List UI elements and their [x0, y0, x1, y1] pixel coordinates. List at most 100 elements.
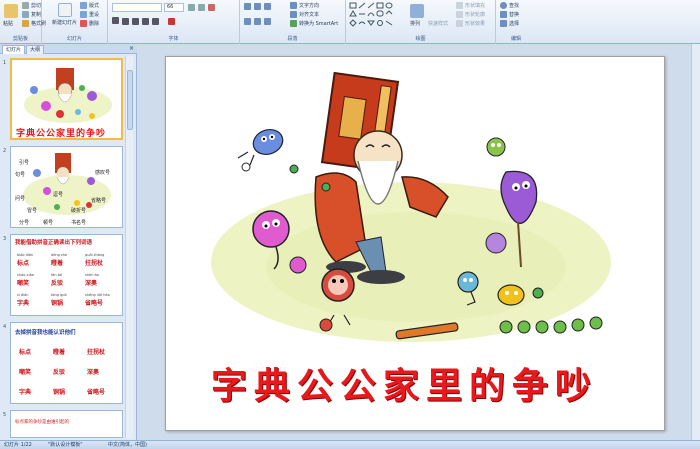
- underline-icon[interactable]: [132, 18, 139, 25]
- new-slide-button[interactable]: 新建幻灯片: [52, 19, 77, 26]
- replace-icon: [500, 11, 507, 18]
- slide-thumb-5[interactable]: 标点家的争吵是由谁引起的: [10, 410, 123, 438]
- theme-name: "默认设计模板": [48, 442, 83, 448]
- slide-thumb-2[interactable]: 引号 句号 问号 冒号 逗号 感叹号 省略号 书名号 破折号 分号 顿号: [10, 146, 123, 228]
- binoculars-icon: [500, 2, 507, 9]
- select-button[interactable]: 选择: [500, 20, 519, 27]
- replace-button[interactable]: 替换: [500, 11, 519, 18]
- strikethrough-icon[interactable]: [142, 18, 149, 25]
- word: 省略号: [85, 300, 104, 307]
- find-button[interactable]: 查找: [500, 2, 519, 9]
- slides-label: 幻灯片: [66, 36, 82, 42]
- align-right-icon[interactable]: [264, 18, 271, 25]
- copy-icon: [22, 11, 29, 18]
- delete-icon: [80, 20, 87, 27]
- slide-thumb-3[interactable]: 我能借助拼音正确读出下列词语 biāo diǎn 标点 dèng zhe 瞪着 …: [10, 234, 123, 316]
- bold-button[interactable]: [112, 17, 119, 24]
- align-center-icon[interactable]: [254, 18, 261, 25]
- slide-thumb-1[interactable]: 字典公公家里的争吵: [10, 58, 123, 140]
- thumb-number: 4: [3, 324, 7, 330]
- cut-button[interactable]: 剪切: [22, 2, 41, 9]
- effects-icon: [456, 20, 463, 27]
- current-slide[interactable]: 字典公公家里的争吵: [165, 56, 665, 431]
- thumb-title: 字典公公家里的争吵: [16, 129, 107, 139]
- word: 拄拐杖: [87, 349, 106, 356]
- word: 嘲笑: [17, 280, 30, 287]
- drawing-label: 绘图: [415, 36, 426, 42]
- font-size-field[interactable]: 66: [164, 3, 184, 12]
- pinyin: dèng zhe: [51, 253, 68, 257]
- font-name-field[interactable]: [112, 3, 162, 12]
- paragraph-group: 文字方向 对齐文本 转换为 SmartArt 段落: [240, 0, 346, 44]
- align-left-icon[interactable]: [244, 18, 251, 25]
- thumbnails-scrollbar[interactable]: [125, 56, 133, 438]
- thumb-label: 冒号: [27, 208, 38, 214]
- close-icon[interactable]: ×: [129, 45, 134, 52]
- copy-button[interactable]: 复制: [22, 11, 41, 18]
- bold-icon: [112, 17, 119, 24]
- shrink-font-icon[interactable]: [198, 4, 205, 11]
- clipboard-label: 剪贴板: [12, 36, 28, 42]
- canvas-scrollbar[interactable]: [691, 44, 700, 440]
- quick-styles-button[interactable]: 快速样式: [428, 20, 448, 27]
- word: 瞪着: [51, 260, 64, 267]
- word: 瞪着: [53, 349, 66, 356]
- new-slide-icon[interactable]: [58, 3, 72, 17]
- thumb-heading: 标点家的争吵是由谁引起的: [15, 420, 69, 425]
- slide-canvas: 字典公公家里的争吵: [138, 44, 700, 440]
- word: 反驳: [53, 369, 66, 376]
- language-indicator[interactable]: 中文(简体，中国): [108, 441, 147, 449]
- paste-icon[interactable]: [4, 4, 18, 18]
- arrange-icon[interactable]: [410, 4, 424, 18]
- pinyin: tóng guō: [51, 293, 67, 297]
- shape-effects-button[interactable]: 形状效果: [456, 20, 485, 27]
- pinyin: guǎi zhàng: [85, 253, 105, 257]
- grow-font-icon[interactable]: [188, 4, 195, 11]
- text-direction-button[interactable]: 文字方向: [290, 2, 319, 9]
- shape-fill-button[interactable]: 形状填充: [456, 2, 485, 9]
- paste-button[interactable]: 粘贴: [3, 20, 13, 27]
- cursor-icon: [500, 20, 507, 27]
- shape-outline-button[interactable]: 形状轮廓: [456, 11, 485, 18]
- bullets-icon[interactable]: [244, 3, 251, 10]
- font-color-icon[interactable]: [168, 18, 175, 25]
- word: 反驳: [51, 280, 64, 287]
- thumb-label: 顿号: [43, 220, 54, 226]
- italic-icon[interactable]: [122, 18, 129, 25]
- thumb-number: 5: [3, 412, 7, 418]
- word: 深奥: [85, 280, 98, 287]
- green-character-icon: [486, 137, 506, 157]
- layout-button[interactable]: 版式: [80, 2, 99, 9]
- reset-button[interactable]: 重设: [80, 11, 99, 18]
- status-bar: 幻灯片 1/22 "默认设计模板" 中文(简体，中国): [0, 440, 700, 449]
- thumb-label: 省略号: [91, 198, 107, 204]
- arrange-button[interactable]: 排列: [410, 20, 420, 27]
- thumb-label: 分号: [19, 220, 30, 226]
- indent-icon[interactable]: [264, 3, 271, 10]
- word: 字典: [17, 300, 30, 307]
- smartart-button[interactable]: 转换为 SmartArt: [290, 20, 338, 27]
- thumb-label: 书名号: [71, 220, 87, 226]
- align-text-icon: [290, 11, 297, 18]
- text-direction-icon: [290, 2, 297, 9]
- paragraph-label: 段落: [287, 36, 298, 42]
- scrollbar-thumb[interactable]: [127, 70, 133, 130]
- drawing-group: 排列 快速样式 形状填充 形状轮廓 形状效果 绘图: [346, 0, 496, 44]
- numbering-icon[interactable]: [254, 3, 261, 10]
- delete-button[interactable]: 删除: [80, 20, 99, 27]
- tab-outline[interactable]: 大纲: [26, 45, 45, 54]
- tab-slides[interactable]: 幻灯片: [2, 45, 26, 54]
- editing-label: 编辑: [510, 36, 521, 42]
- brush-icon: [22, 20, 29, 27]
- word: 字典: [19, 389, 32, 396]
- pinyin: fǎn bó: [51, 273, 63, 277]
- slide-title[interactable]: 字典公公家里的争吵: [211, 357, 598, 409]
- slide-counter: 幻灯片 1/22: [4, 442, 32, 448]
- shapes-gallery-icon[interactable]: [349, 2, 401, 30]
- clear-format-icon[interactable]: [208, 4, 215, 11]
- align-text-button[interactable]: 对齐文本: [290, 11, 319, 18]
- slide-thumb-4[interactable]: 去掉拼音我也能认识他们 标点 瞪着 拄拐杖 嘲笑 反驳 深奥 字典 铜锅 省略号: [10, 322, 123, 404]
- font-group: 66 字体: [108, 0, 240, 44]
- shadow-icon[interactable]: [152, 18, 159, 25]
- pinyin: cháo xiào: [17, 273, 34, 277]
